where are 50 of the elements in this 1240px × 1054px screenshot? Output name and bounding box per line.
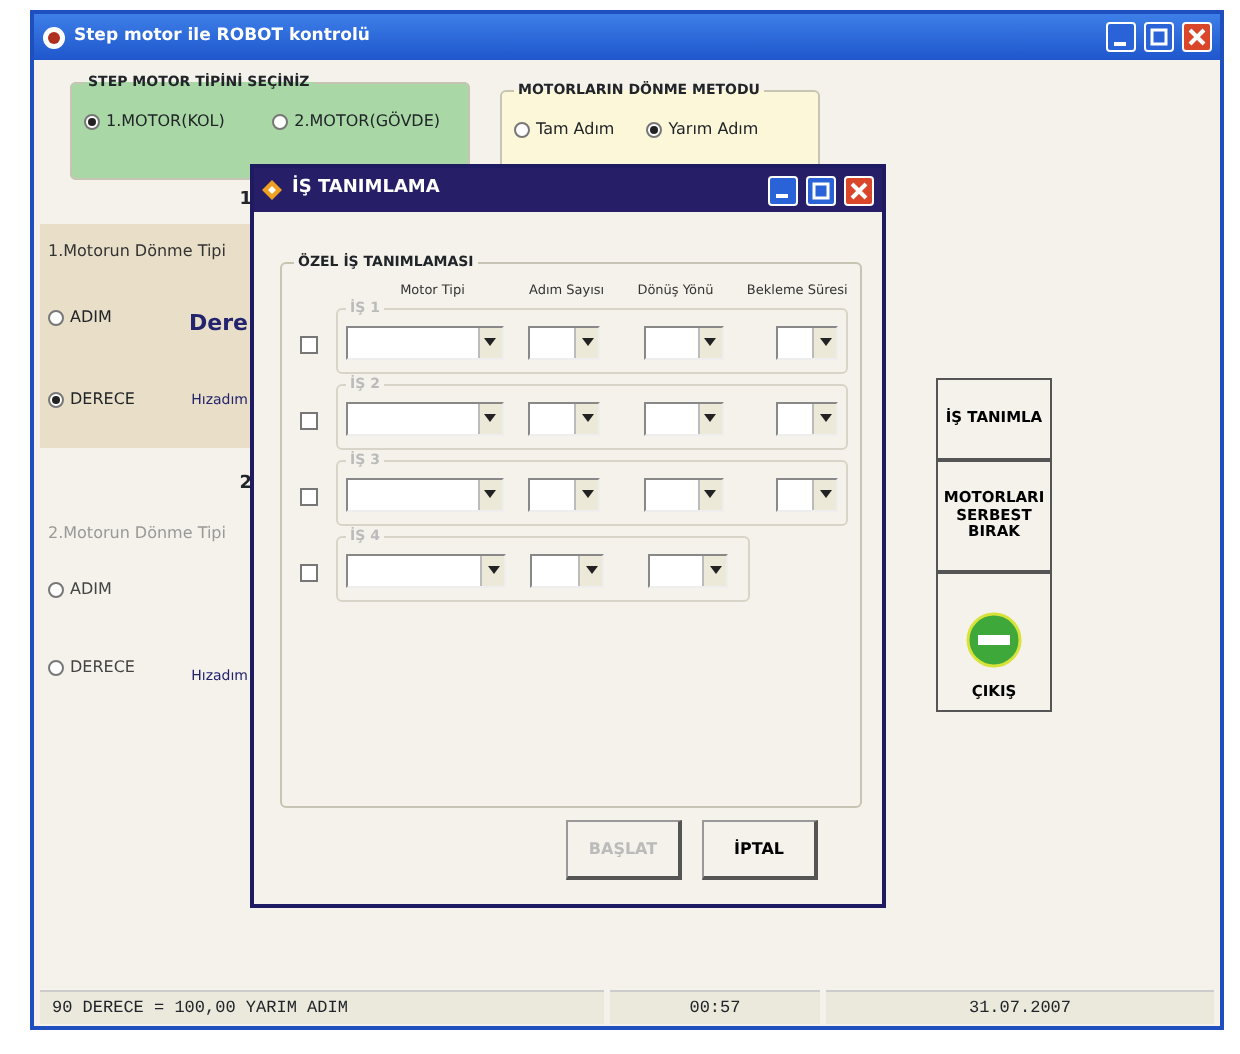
dropdown-field[interactable] [644,401,723,436]
panel-title: 2.Motorun Dönme Tipi [48,522,228,546]
checkbox[interactable] [300,563,318,582]
close-icon [850,181,868,199]
dropdown-field[interactable] [346,325,504,360]
dropdown-field[interactable] [644,325,723,360]
dropdown-field[interactable] [775,325,838,360]
dropdown-field[interactable] [775,401,838,436]
checkbox[interactable] [300,487,318,506]
panel-title: 1.Motorun Dönme Tipi [48,239,228,263]
value-label: Dere [189,307,248,339]
radio-button[interactable]: Tam Adım [514,118,615,142]
no-entry-icon [966,612,1022,669]
dropdown-field[interactable] [648,553,728,588]
radio-button[interactable]: DERECE [48,388,135,412]
dropdown-field[interactable] [346,553,506,588]
dropdown-field[interactable] [527,401,601,436]
dropdown-field[interactable] [775,477,838,512]
radio-button[interactable]: 1.MOTOR(KOL) [84,110,225,134]
minimize-icon [775,194,787,198]
close-button[interactable] [844,175,874,205]
heading-text: 2 [239,473,252,493]
minimize-icon [1113,41,1125,45]
dialog-button[interactable]: İPTAL [702,820,818,880]
radio-button[interactable]: ADIM [48,305,112,330]
minimize-button[interactable] [768,175,798,205]
radio-button[interactable]: 2.MOTOR(GÖVDE) [272,110,440,134]
diamond-icon [262,180,282,200]
maximize-button[interactable] [806,175,836,205]
dropdown-field[interactable] [527,325,601,360]
radio-button[interactable]: Yarım Adım [646,118,759,142]
dialog-title: İŞ TANIMLAMA [292,176,440,203]
status-text: 00:57 [610,990,820,1024]
dropdown-field[interactable] [527,477,601,512]
window-title: Step motor ile ROBOT kontrolü [74,24,370,50]
radio-button[interactable]: ADIM [48,578,112,602]
radio-button[interactable]: DERECE [48,656,135,681]
app-icon [42,25,66,49]
dropdown-field[interactable] [644,477,723,512]
checkbox[interactable] [300,335,318,354]
close-icon [1188,28,1206,46]
dropdown-field[interactable] [530,553,604,588]
status-text: 31.07.2007 [826,990,1214,1024]
dropdown-field[interactable] [346,477,504,512]
maximize-icon [1150,28,1168,46]
checkbox[interactable] [300,411,318,430]
heading-text: 1 [239,190,252,210]
status-text: 90 DERECE = 100,00 YARIM ADIM [40,990,604,1024]
maximize-icon [812,181,830,199]
dropdown-field[interactable] [346,401,504,436]
